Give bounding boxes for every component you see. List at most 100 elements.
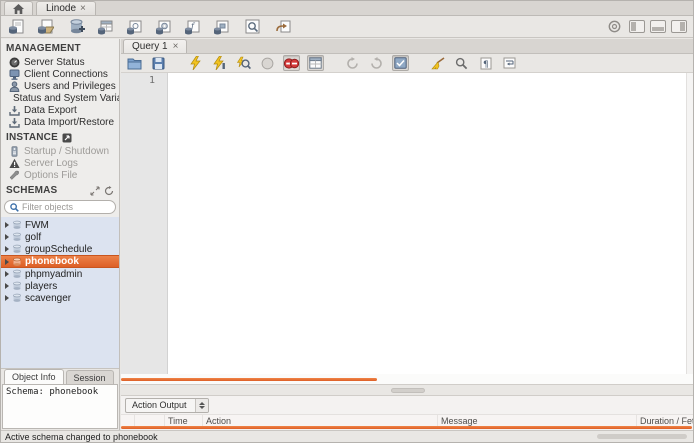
action-output-panel: Action Output Time Action Message Durati… [121, 395, 693, 430]
expander-icon[interactable] [5, 234, 9, 240]
spinner-arrows-icon[interactable] [195, 399, 208, 412]
schema-icon [12, 220, 22, 230]
save-script-button[interactable] [150, 55, 167, 71]
toggle-output-area-icon [652, 27, 664, 31]
explain-icon [236, 56, 251, 70]
schema-icon [12, 269, 22, 279]
sidebar-item-server-status[interactable]: Server Status [1, 56, 119, 68]
beautify-button[interactable] [429, 55, 446, 71]
close-icon[interactable]: × [173, 41, 179, 52]
explain-button[interactable] [235, 55, 252, 71]
expand-panel-icon[interactable] [90, 186, 100, 196]
toggle-left-sidebar-button[interactable] [629, 20, 645, 33]
expander-icon[interactable] [5, 295, 9, 301]
limit-rows-toggle[interactable] [307, 55, 324, 71]
reconnect-dbms-button[interactable] [274, 18, 293, 36]
sidebar-item-label: Status and System Variables [13, 93, 119, 104]
options-file-icon [9, 170, 20, 181]
expander-icon[interactable] [5, 259, 9, 265]
schema-row-phpmyadmin[interactable]: phpmyadmin [1, 268, 119, 280]
toggle-output-area-button[interactable] [650, 20, 666, 33]
scrollbar-handle[interactable] [121, 426, 692, 429]
schema-row-players[interactable]: players [1, 280, 119, 292]
info-panel-tabs: Object Info Session [1, 369, 119, 384]
instance-title: INSTANCE [6, 132, 58, 143]
schema-row-phonebook-selected[interactable]: phonebook [1, 255, 119, 268]
new-table-button[interactable] [96, 18, 115, 36]
stop-on-error-toggle[interactable] [283, 55, 300, 71]
column-action: Action [203, 415, 438, 426]
close-icon[interactable]: × [80, 4, 86, 14]
sidebar-item-options-file[interactable]: Options File [1, 169, 119, 181]
startup-shutdown-icon [9, 146, 20, 157]
output-splitter[interactable] [121, 384, 693, 395]
tab-query-1[interactable]: Query 1 × [123, 39, 187, 53]
management-title: MANAGEMENT [6, 43, 81, 54]
open-sql-script-icon [37, 19, 54, 35]
output-selector-row: Action Output [121, 396, 693, 414]
expander-icon[interactable] [5, 271, 9, 277]
editor-horizontal-scrollbar[interactable] [121, 374, 693, 384]
splitter-grip[interactable] [391, 388, 425, 393]
sidebar-item-users-and-privileges[interactable]: Users and Privileges [1, 80, 119, 92]
tab-session[interactable]: Session [66, 370, 114, 384]
schema-row-golf[interactable]: golf [1, 231, 119, 243]
wrap-text-button[interactable] [501, 55, 518, 71]
expander-icon[interactable] [5, 246, 9, 252]
query-tab-label: Query 1 [132, 41, 168, 52]
expander-icon[interactable] [5, 222, 9, 228]
column-time: Time [165, 415, 203, 426]
output-type-label: Action Output [126, 399, 195, 412]
autocommit-toggle[interactable] [392, 55, 409, 71]
editor-vertical-scrollbar[interactable] [686, 73, 693, 374]
new-view-icon [126, 19, 143, 35]
refresh-icon[interactable] [104, 186, 114, 196]
open-sql-script-button[interactable] [36, 18, 55, 36]
toggle-right-sidebar-button[interactable] [671, 20, 687, 33]
sidebar-item-startup-shutdown[interactable]: Startup / Shutdown [1, 145, 119, 157]
sidebar-item-data-import-restore[interactable]: Data Import/Restore [1, 116, 119, 128]
find-button[interactable] [453, 55, 470, 71]
schema-row-scavenger[interactable]: scavenger [1, 292, 119, 304]
scrollbar-handle[interactable] [121, 378, 377, 381]
sql-edit-area[interactable] [168, 73, 686, 374]
rollback-button[interactable] [368, 55, 385, 71]
save-script-icon [152, 57, 165, 70]
new-schema-button[interactable] [67, 18, 86, 36]
new-schema-icon [68, 19, 85, 35]
sidebar-item-server-logs[interactable]: Server Logs [1, 157, 119, 169]
invisible-chars-button[interactable]: ¶ [477, 55, 494, 71]
execute-button[interactable] [187, 55, 204, 71]
navigator-sidebar: MANAGEMENT Server Status Client Connecti… [1, 39, 120, 430]
sidebar-item-client-connections[interactable]: Client Connections [1, 68, 119, 80]
output-type-select[interactable]: Action Output [125, 398, 209, 413]
home-tab[interactable] [4, 1, 33, 15]
connection-tab-linode[interactable]: Linode × [36, 1, 96, 15]
new-function-button[interactable]: f [183, 18, 202, 36]
sidebar-item-data-export[interactable]: Data Export [1, 104, 119, 116]
open-script-button[interactable] [126, 55, 143, 71]
svg-text:¶: ¶ [483, 60, 489, 70]
tab-object-info[interactable]: Object Info [4, 369, 64, 384]
sidebar-item-status-system-variables[interactable]: Status and System Variables [1, 92, 119, 104]
stop-on-error-toggle-icon [284, 57, 299, 70]
schema-filter[interactable] [4, 200, 116, 214]
new-procedure-button[interactable] [154, 18, 173, 36]
new-sql-tab-icon [8, 19, 25, 35]
commit-button[interactable] [344, 55, 361, 71]
schema-row-groupschedule[interactable]: groupSchedule [1, 243, 119, 255]
schema-row-fwm[interactable]: FWM [1, 219, 119, 231]
schema-filter-input[interactable] [22, 202, 108, 212]
busy-indicator [605, 18, 624, 36]
stop-button[interactable] [259, 55, 276, 71]
expander-icon[interactable] [5, 283, 9, 289]
new-object-button[interactable] [212, 18, 231, 36]
sql-editor[interactable]: 1 [121, 73, 693, 374]
new-sql-tab-button[interactable] [7, 18, 26, 36]
search-table-data-button[interactable] [243, 18, 262, 36]
new-view-button[interactable] [125, 18, 144, 36]
schema-name: phpmyadmin [25, 269, 82, 280]
schema-name: groupSchedule [25, 244, 92, 255]
status-scrollbar-handle[interactable] [597, 434, 687, 439]
execute-current-button[interactable] [211, 55, 228, 71]
